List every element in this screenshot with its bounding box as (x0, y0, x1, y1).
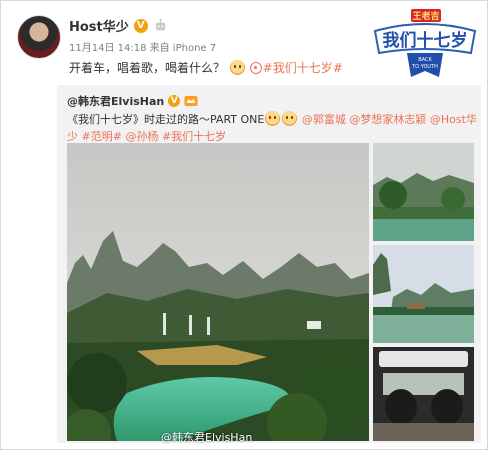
robot-icon (155, 18, 165, 31)
post-hashtag-text: #我们十七岁# (262, 61, 343, 75)
post-hashtag[interactable]: #我们十七岁# (249, 61, 343, 75)
landscape-photo[interactable] (67, 143, 369, 441)
post-body: 开着车，唱着歌，喝着什么？ (69, 61, 226, 75)
hashtag-link[interactable]: #我们十七岁 (162, 130, 226, 143)
river-photo[interactable] (373, 143, 474, 241)
weibo-post-card: Host华少 V 11月14日 14:18 来自 iPhone 7 开着车，唱着… (0, 0, 488, 450)
campaign-logo: 王老吉 我们十七岁 BACK TO YOUTH (373, 9, 477, 77)
repost-body: 《我们十七岁》时走过的路～PART ONE (67, 113, 265, 126)
logo-tagline-2: TO YOUTH (411, 64, 438, 70)
hashtag-link[interactable]: #范明# (82, 130, 122, 143)
hashtag-icon (249, 62, 262, 74)
repost-author[interactable]: @韩东君ElvisHan (67, 93, 164, 109)
post-text: 开着车，唱着歌，喝着什么？ #我们十七岁# (69, 59, 343, 76)
verified-badge-icon: V (168, 95, 181, 107)
photo-watermark: @韩东君ElvisHan (161, 431, 253, 444)
logo-brand: 王老吉 (412, 10, 439, 22)
verified-badge-icon: V (133, 18, 148, 33)
repost-box[interactable]: @韩东君ElvisHan V 《我们十七岁》时走过的路～PART ONE @郭富… (57, 85, 481, 444)
emoji-icon (229, 60, 245, 75)
logo-title: 我们十七岁 (383, 30, 468, 51)
emoji-icon (265, 111, 281, 126)
logo-tagline-1: BACK (418, 57, 432, 63)
emoji-icon (282, 111, 298, 126)
repost-author-row: @韩东君ElvisHan V (67, 93, 198, 109)
author-name[interactable]: Host华少 (69, 16, 129, 35)
post-meta: 11月14日 14:18 来自 iPhone 7 (69, 43, 217, 54)
author-avatar[interactable] (17, 15, 61, 59)
vip-crown-icon (184, 96, 198, 106)
mention-link[interactable]: @郭富城 (302, 113, 346, 126)
karst-photo[interactable] (373, 245, 474, 343)
repost-text: 《我们十七岁》时走过的路～PART ONE @郭富城 @梦想家林志颖 @Host… (67, 111, 477, 145)
car-interior-photo[interactable] (373, 347, 474, 441)
mention-link[interactable]: @梦想家林志颖 (349, 113, 426, 126)
author-row: Host华少 V (69, 16, 168, 35)
mention-link[interactable]: @孙杨 (125, 130, 158, 143)
